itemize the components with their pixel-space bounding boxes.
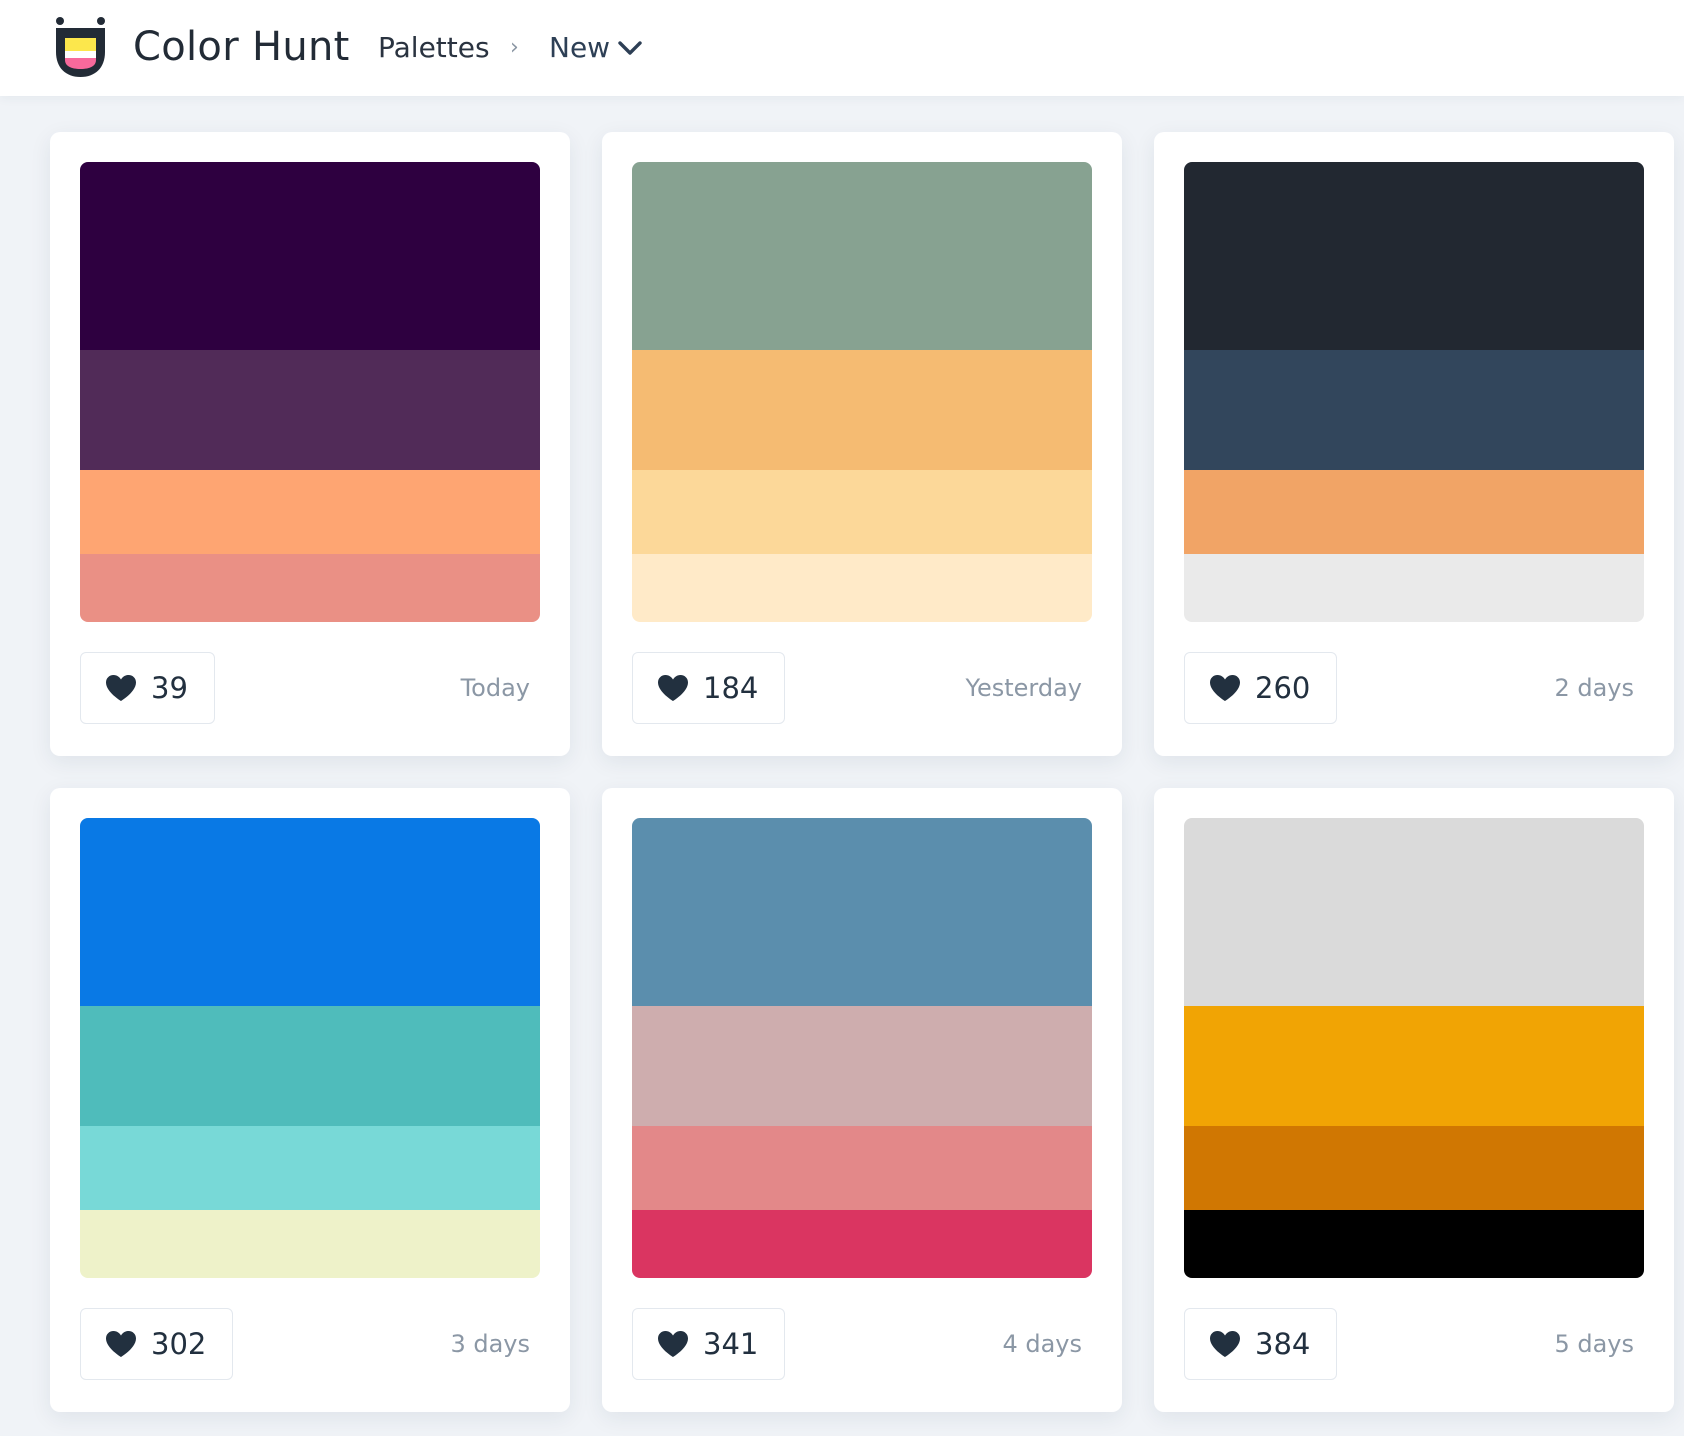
palette-date: 2 days xyxy=(1554,674,1634,702)
color-band[interactable] xyxy=(632,818,1092,1006)
palette-grid: 39 Today 184 Yesterday 260 2 days 302 3 … xyxy=(50,132,1680,1436)
heart-icon xyxy=(658,1331,688,1357)
palette-swatch[interactable] xyxy=(632,162,1092,622)
palette-swatch[interactable] xyxy=(632,818,1092,1278)
palette-swatch[interactable] xyxy=(80,162,540,622)
color-band[interactable] xyxy=(80,162,540,350)
color-band[interactable] xyxy=(1184,162,1644,350)
color-band[interactable] xyxy=(632,1006,1092,1126)
palette-swatch[interactable] xyxy=(1184,818,1644,1278)
heart-icon xyxy=(1210,675,1240,701)
palette-date: Today xyxy=(460,674,530,702)
color-band[interactable] xyxy=(1184,1210,1644,1278)
color-band[interactable] xyxy=(80,470,540,554)
like-count: 302 xyxy=(151,1327,207,1361)
like-button[interactable]: 341 xyxy=(632,1308,786,1380)
nav-new-dropdown[interactable]: New xyxy=(549,30,610,66)
heart-icon xyxy=(106,1331,136,1357)
palette-card: 384 5 days xyxy=(1154,788,1674,1412)
top-header: Color Hunt Palettes › New xyxy=(0,0,1684,96)
palette-swatch[interactable] xyxy=(80,818,540,1278)
like-count: 341 xyxy=(703,1327,759,1361)
color-band[interactable] xyxy=(1184,1006,1644,1126)
color-band[interactable] xyxy=(1184,554,1644,622)
palette-date: 5 days xyxy=(1554,1330,1634,1358)
color-band[interactable] xyxy=(632,470,1092,554)
color-band[interactable] xyxy=(632,554,1092,622)
color-band[interactable] xyxy=(80,818,540,1006)
palette-date: 4 days xyxy=(1002,1330,1082,1358)
color-band[interactable] xyxy=(1184,470,1644,554)
color-band[interactable] xyxy=(80,1210,540,1278)
brand-title[interactable]: Color Hunt xyxy=(133,22,350,72)
palette-card: 302 3 days xyxy=(50,788,570,1412)
color-band[interactable] xyxy=(1184,818,1644,1006)
heart-icon xyxy=(106,675,136,701)
palette-card: 341 4 days xyxy=(602,788,1122,1412)
like-count: 384 xyxy=(1255,1327,1311,1361)
nav-palettes-link[interactable]: Palettes xyxy=(378,30,490,66)
like-count: 39 xyxy=(151,671,188,705)
color-hunt-logo-icon[interactable] xyxy=(54,16,112,82)
like-button[interactable]: 260 xyxy=(1184,652,1338,724)
breadcrumb-separator: › xyxy=(510,35,519,60)
palette-card: 260 2 days xyxy=(1154,132,1674,756)
like-button[interactable]: 39 xyxy=(80,652,215,724)
like-button[interactable]: 184 xyxy=(632,652,786,724)
heart-icon xyxy=(658,675,688,701)
color-band[interactable] xyxy=(632,1210,1092,1278)
color-band[interactable] xyxy=(80,554,540,622)
like-button[interactable]: 302 xyxy=(80,1308,234,1380)
color-band[interactable] xyxy=(632,350,1092,470)
like-count: 260 xyxy=(1255,671,1311,705)
like-count: 184 xyxy=(703,671,759,705)
chevron-down-icon[interactable] xyxy=(617,38,643,58)
color-band[interactable] xyxy=(80,350,540,470)
palette-swatch[interactable] xyxy=(1184,162,1644,622)
color-band[interactable] xyxy=(80,1126,540,1210)
color-band[interactable] xyxy=(632,162,1092,350)
color-band[interactable] xyxy=(632,1126,1092,1210)
palette-card: 184 Yesterday xyxy=(602,132,1122,756)
like-button[interactable]: 384 xyxy=(1184,1308,1338,1380)
heart-icon xyxy=(1210,1331,1240,1357)
palette-date: Yesterday xyxy=(965,674,1082,702)
palette-date: 3 days xyxy=(450,1330,530,1358)
color-band[interactable] xyxy=(1184,1126,1644,1210)
color-band[interactable] xyxy=(1184,350,1644,470)
palette-card: 39 Today xyxy=(50,132,570,756)
color-band[interactable] xyxy=(80,1006,540,1126)
